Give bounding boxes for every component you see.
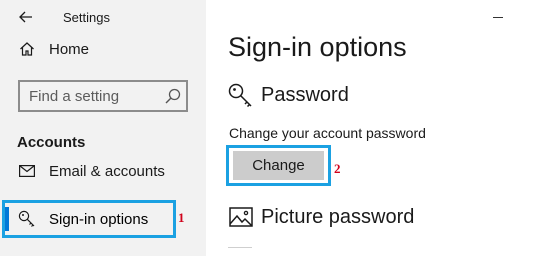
search-input[interactable] [29,87,169,105]
sidebar: Settings Home Accounts [0,0,206,256]
home-icon [17,39,37,59]
search-box[interactable] [18,80,188,112]
key-icon [228,83,254,107]
password-heading: Password [261,83,349,106]
search-icon[interactable] [164,87,182,105]
mail-icon [17,161,37,181]
divider [228,247,252,248]
section-label-accounts: Accounts [17,134,86,151]
picture-icon [228,205,254,229]
annotation-number-2: 2 [334,161,341,176]
annotation-highlight-box [2,200,176,238]
password-section-heading: Password [228,83,349,107]
back-arrow-icon [19,11,32,23]
minimize-button[interactable] [493,17,503,18]
app-title: Settings [63,10,110,25]
change-password-button[interactable]: Change [233,151,324,180]
back-button[interactable] [12,5,40,29]
sidebar-item-label: Email & accounts [49,162,165,180]
settings-window: Settings Home Accounts [0,0,543,256]
picture-password-heading: Picture password [261,205,415,228]
sidebar-item-label: Home [49,40,90,58]
password-description: Change your account password [229,125,426,141]
sidebar-item-email-accounts[interactable]: Email & accounts [0,154,206,188]
page-title: Sign-in options [228,32,407,62]
picture-password-section-heading: Picture password [228,205,414,229]
main-content: Sign-in options Password Change your acc… [206,0,543,256]
sidebar-item-home[interactable]: Home [0,32,206,66]
annotation-number-1: 1 [178,210,185,225]
